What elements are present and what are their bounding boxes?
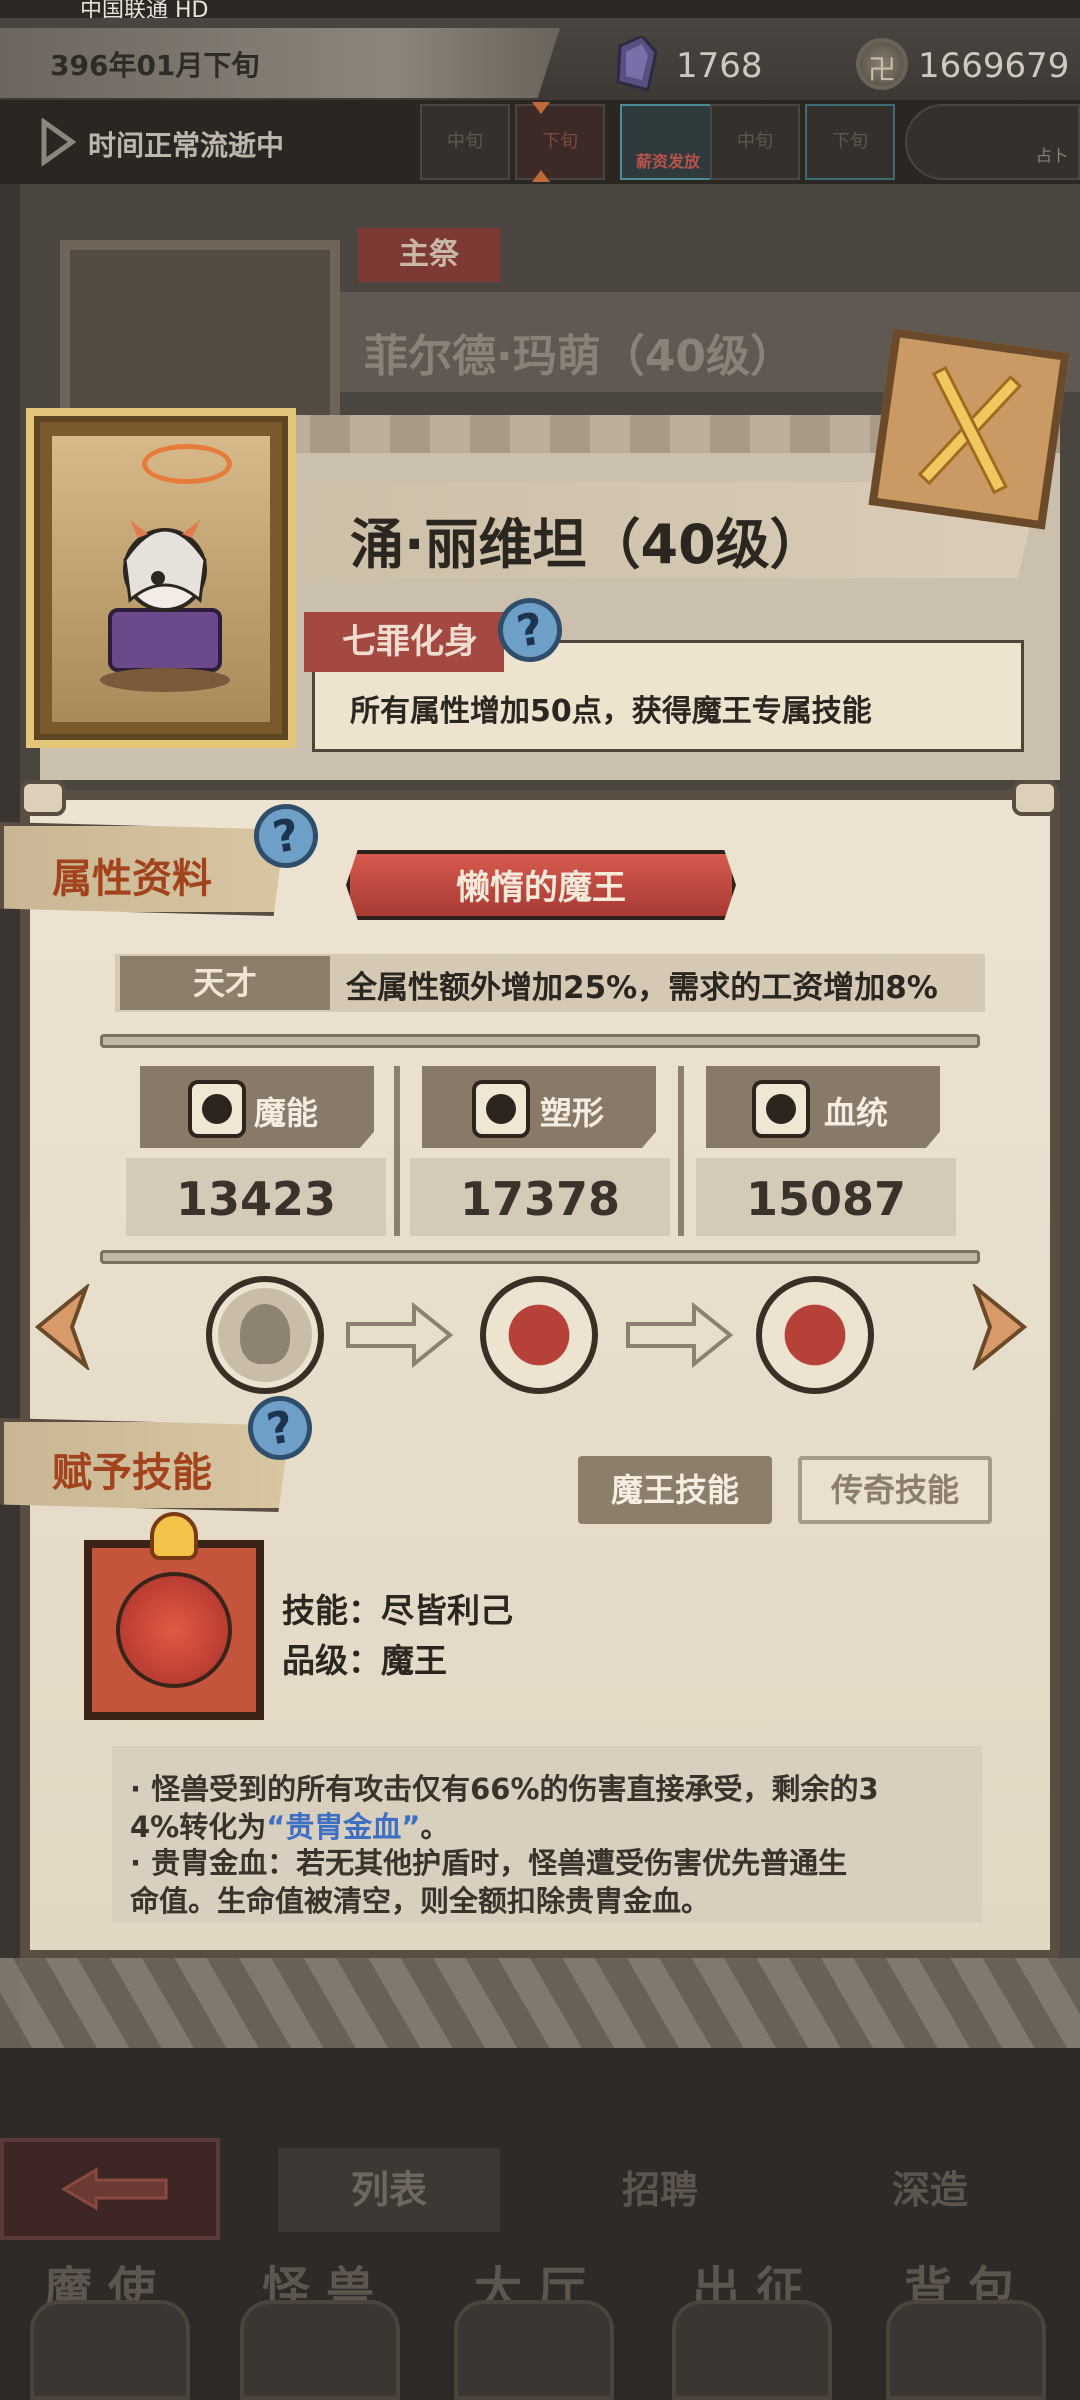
demon-stage-medal[interactable]: [756, 1276, 874, 1394]
period-slot[interactable]: 中旬: [710, 104, 800, 180]
divider-rail: [100, 1034, 980, 1048]
stat-header-body: [422, 1066, 656, 1148]
talent-tag: 天才: [120, 956, 330, 1010]
skill-desc-line: · 怪兽受到的所有攻击仅有66%的伤害直接承受，剩余的3: [130, 1772, 879, 1806]
tab-recruit[interactable]: 招聘: [540, 2148, 780, 2232]
play-icon[interactable]: [40, 118, 76, 166]
stat-divider: [394, 1066, 400, 1236]
magic-icon: [188, 1080, 246, 1138]
prev-arrow-icon[interactable]: [32, 1284, 92, 1370]
coin-count: 1669679: [918, 46, 1070, 86]
divider-rail: [100, 1250, 980, 1264]
demon-king-avatar: [100, 520, 230, 692]
sin-incarnation-tag: 七罪化身: [304, 612, 504, 672]
main-priest-name: 菲尔德·玛萌（40级）: [364, 331, 794, 382]
crystal-icon: [616, 36, 658, 92]
payday-slot[interactable]: 薪资发放: [620, 104, 716, 180]
attributes-section-label: 属性资料: [52, 856, 212, 902]
period-slot[interactable]: 下旬: [805, 104, 895, 180]
demon-stage-medal[interactable]: [480, 1276, 598, 1394]
stat-label: 魔能: [254, 1094, 319, 1132]
stat-label: 塑形: [540, 1094, 605, 1132]
status-bar: 中国联通 HD: [0, 0, 1080, 23]
stat-divider: [678, 1066, 684, 1236]
crystal-count: 1768: [676, 46, 763, 86]
stat-header-bloodline: [706, 1066, 940, 1148]
stat-value-magic: 13423: [175, 1172, 337, 1226]
stat-value-body: 17378: [459, 1172, 621, 1226]
tab-advanced-study[interactable]: 深造: [810, 2148, 1050, 2232]
bloodline-icon: [752, 1080, 810, 1138]
stat-value-bloodline: 15087: [745, 1172, 907, 1226]
flow-arrow-icon: [346, 1301, 454, 1369]
demon-title: 懒惰的魔王: [456, 868, 626, 908]
period-slot[interactable]: 下旬: [515, 104, 605, 180]
decorative-band: [0, 1958, 1080, 2048]
scroll-curl: [20, 780, 66, 816]
stat-label: 血统: [824, 1094, 889, 1132]
time-marker-icon: [532, 102, 550, 114]
game-date: 396年01月下旬: [50, 49, 260, 82]
coin-icon: 卍: [856, 38, 908, 90]
skill-desc-line: · 贵胄金血：若无其他护盾时，怪兽遭受伤害优先普通生: [130, 1846, 848, 1880]
hero-name: 涌·丽维坦（40级）: [350, 513, 824, 576]
hall-icon[interactable]: [454, 2300, 614, 2400]
demon-skill-tab[interactable]: 魔王技能: [578, 1456, 772, 1524]
legend-skill-tab[interactable]: 传奇技能: [798, 1456, 992, 1524]
main-priest-tag: 主祭: [358, 228, 500, 282]
time-status: 时间正常流逝中: [88, 129, 285, 162]
locked-stage-medal[interactable]: [206, 1276, 324, 1394]
expedition-icon[interactable]: [672, 2300, 832, 2400]
flame-icon: [150, 1512, 198, 1560]
sin-description: 所有属性增加50点，获得魔王专属技能: [350, 694, 872, 729]
talent-description: 全属性额外增加25%，需求的工资增加8%: [346, 970, 938, 1006]
keyword-highlight: “贵胄金血”: [266, 1810, 421, 1844]
back-arrow-icon: [61, 2167, 168, 2211]
monster-icon[interactable]: [240, 2300, 400, 2400]
skill-desc-line: 命值。生命值被清空，则全额扣除贵胄金血。: [130, 1884, 711, 1918]
body-icon: [472, 1080, 530, 1138]
flow-arrow-icon: [626, 1301, 734, 1369]
halo-icon: [142, 444, 232, 484]
tab-list[interactable]: 列表: [278, 2148, 500, 2232]
backpack-icon[interactable]: [886, 2300, 1046, 2400]
grinning-demon-icon: [116, 1572, 232, 1688]
skills-section-label: 赋予技能: [52, 1450, 212, 1496]
divination-slot[interactable]: 占卜: [905, 104, 1080, 180]
time-marker-icon: [532, 170, 550, 182]
period-slot[interactable]: 中旬: [420, 104, 510, 180]
skill-name: 技能：尽皆利己: [282, 1591, 513, 1630]
envoy-icon[interactable]: [30, 2300, 190, 2400]
skill-grade: 品级：魔王: [282, 1641, 447, 1680]
next-arrow-icon[interactable]: [970, 1284, 1030, 1370]
scroll-curl: [1012, 780, 1058, 816]
close-button[interactable]: [868, 328, 1070, 530]
